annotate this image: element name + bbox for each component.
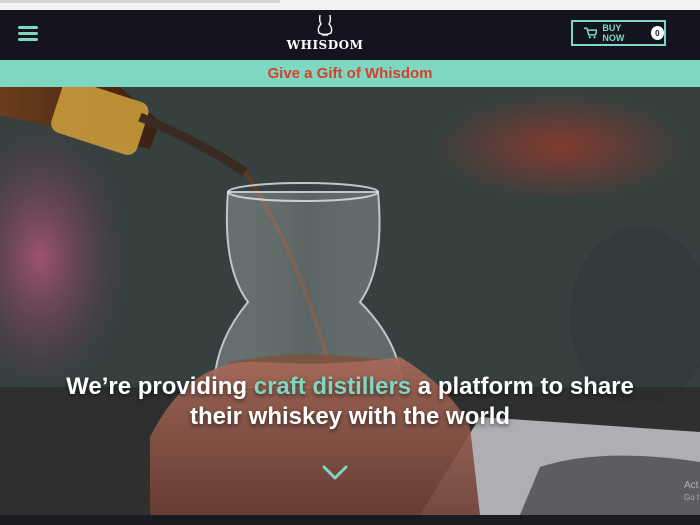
browser-top-strip [0, 0, 700, 10]
headline-lead: We’re providing [66, 373, 254, 400]
cart-icon [584, 27, 598, 39]
headline-rest: a platform to share [411, 373, 634, 400]
gift-banner: Give a Gift of Whisdom [0, 60, 700, 87]
site-logo[interactable]: WHISDOM [284, 13, 366, 57]
hero-headline: We’re providing craft distillers a platf… [0, 372, 700, 432]
cart-count-badge: 0 [650, 26, 664, 40]
buy-now-label: BUY NOW [602, 23, 625, 43]
bottom-bar [0, 515, 700, 525]
glencairn-glass-icon [317, 14, 333, 36]
buy-now-button[interactable]: BUY NOW 0 [571, 20, 666, 46]
hero-background-image [0, 87, 700, 515]
chevron-down-icon[interactable] [322, 465, 348, 481]
hero-section: We’re providing craft distillers a platf… [0, 87, 700, 515]
menu-icon[interactable] [18, 26, 38, 44]
headline-accent: craft distillers [253, 373, 412, 400]
logo-text: WHISDOM [286, 38, 364, 52]
site-header: WHISDOM BUY NOW 0 [0, 10, 700, 60]
top-strip-line [0, 0, 280, 3]
watermark-line2: Go t [684, 493, 700, 502]
headline-line2: their whiskey with the world [189, 403, 511, 430]
gift-link[interactable]: Give a Gift of Whisdom [267, 65, 432, 82]
windows-activation-watermark: Act Go t [684, 480, 699, 504]
watermark-line1: Act [684, 480, 699, 491]
